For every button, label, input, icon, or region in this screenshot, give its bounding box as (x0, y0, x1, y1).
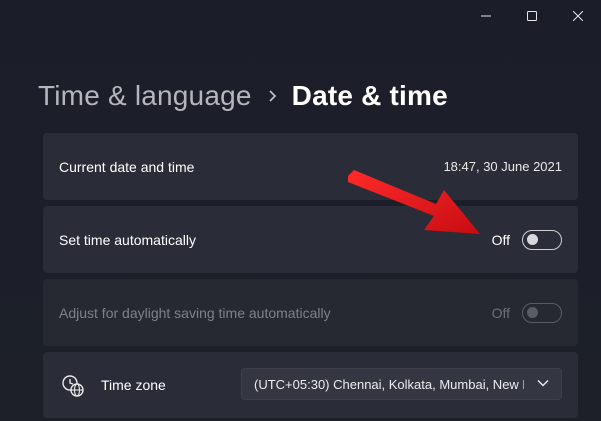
breadcrumb: Time & language Date & time (38, 78, 448, 114)
toggle-knob (527, 306, 538, 318)
current-date-time-card: Current date and time 18:47, 30 June 202… (43, 133, 578, 200)
daylight-saving-card: Adjust for daylight saving time automati… (43, 279, 578, 346)
toggle-knob (527, 233, 538, 245)
toggle-state-text: Off (491, 231, 510, 248)
page-title: Date & time (291, 80, 448, 111)
maximize-button[interactable] (509, 0, 555, 32)
time-zone-label: Time zone (101, 377, 166, 393)
toggle-state-text: Off (491, 304, 510, 321)
close-button[interactable] (555, 0, 601, 32)
red-arrow-annotation (348, 170, 480, 234)
titlebar-controls (463, 0, 601, 32)
minimize-button[interactable] (463, 0, 509, 32)
current-date-time-label: Current date and time (59, 158, 195, 175)
daylight-saving-toggle (522, 302, 562, 323)
daylight-saving-toggle-group: Off (491, 302, 562, 323)
time-zone-dropdown[interactable]: (UTC+05:30) Chennai, Kolkata, Mumbai, Ne… (241, 368, 562, 400)
settings-window: Time & language Date & time Current date… (0, 0, 601, 421)
clock-globe-icon (62, 375, 84, 397)
maximize-icon (527, 11, 537, 21)
chevron-down-icon (537, 379, 549, 387)
time-zone-selected-value: (UTC+05:30) Chennai, Kolkata, Mumbai, Ne… (254, 376, 524, 392)
breadcrumb-parent-link[interactable]: Time & language (38, 80, 252, 112)
chevron-right-icon (252, 89, 292, 103)
time-zone-card: Time zone (UTC+05:30) Chennai, Kolkata, … (43, 352, 578, 418)
set-time-automatically-card: Set time automatically Off (43, 206, 578, 273)
close-icon (573, 11, 583, 21)
set-time-automatically-toggle-group: Off (491, 229, 562, 250)
set-time-automatically-toggle[interactable] (522, 229, 562, 250)
minimize-icon (481, 15, 491, 17)
set-time-automatically-label: Set time automatically (59, 231, 196, 248)
daylight-saving-label: Adjust for daylight saving time automati… (59, 304, 331, 321)
